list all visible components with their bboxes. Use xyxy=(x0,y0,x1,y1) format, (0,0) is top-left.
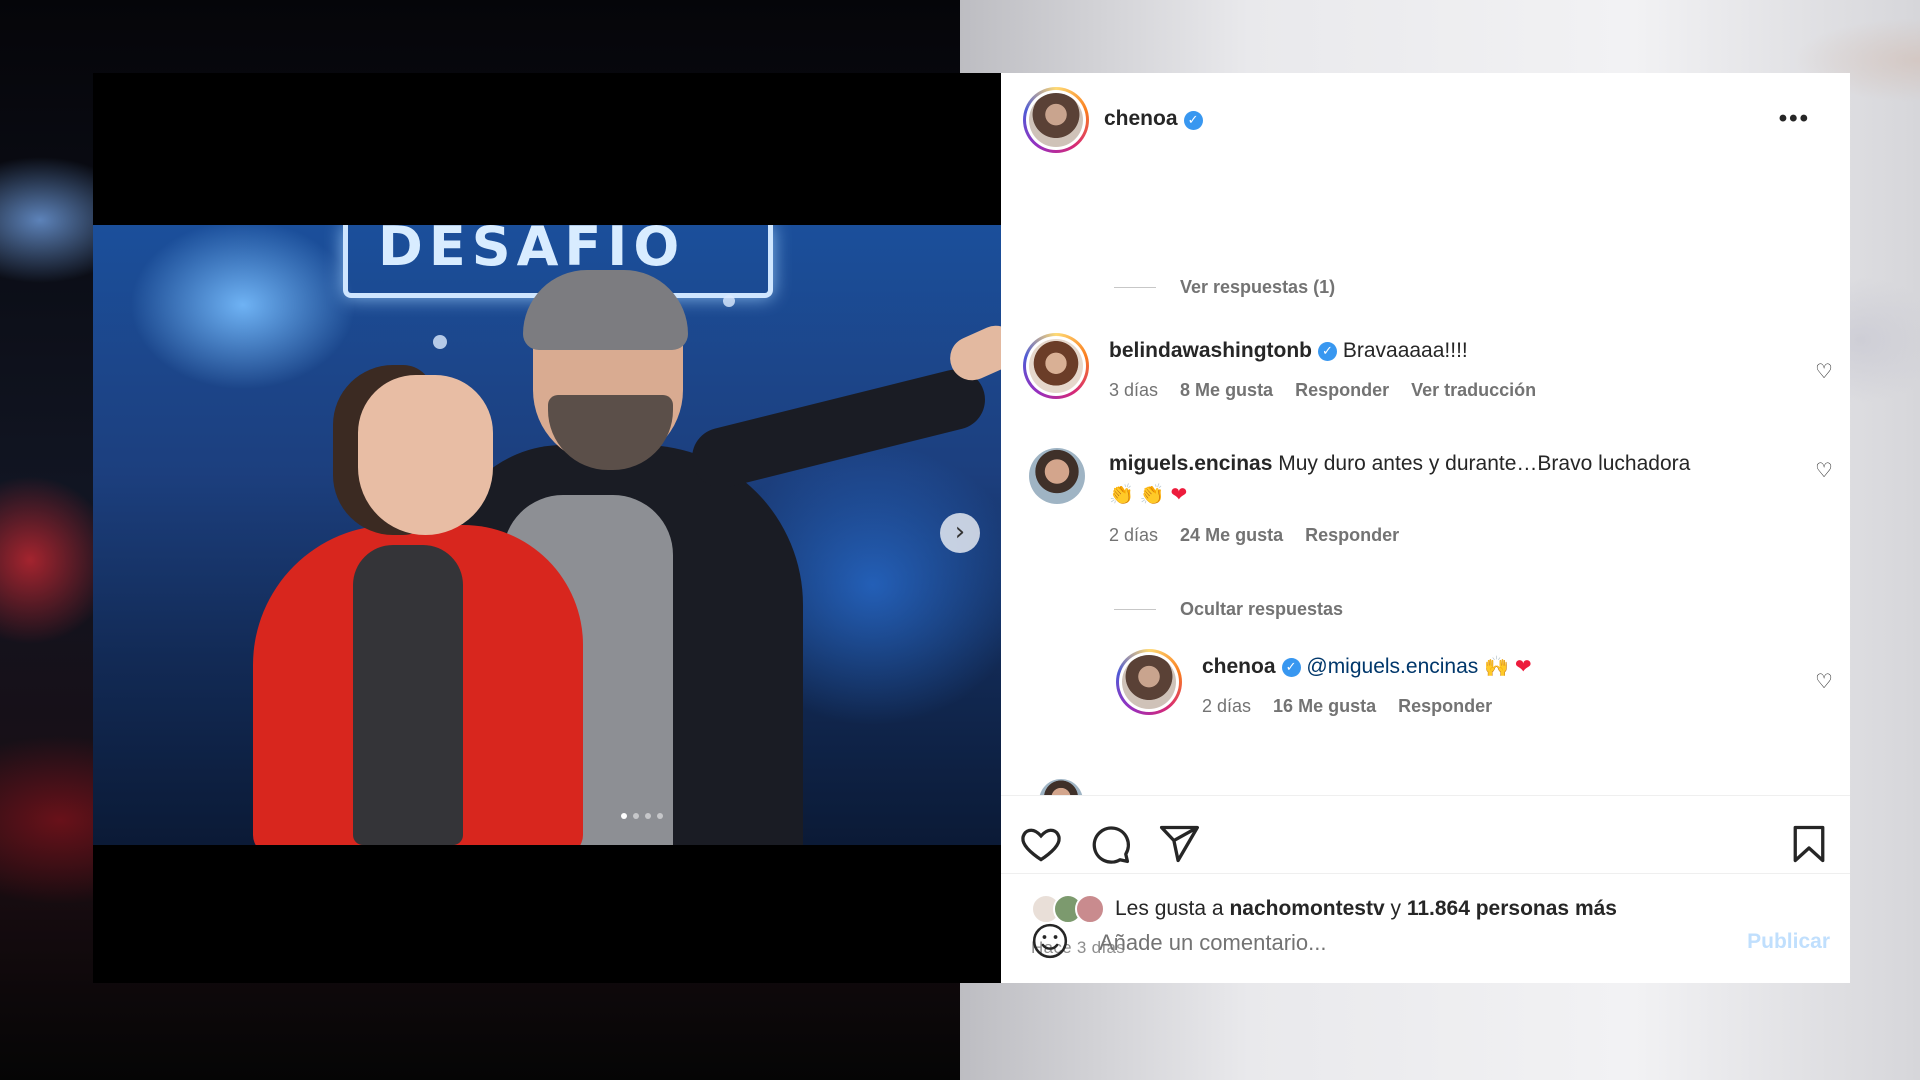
post-author-username[interactable]: chenoa xyxy=(1104,107,1178,130)
verified-badge-icon: ✓ xyxy=(1281,657,1301,677)
comment-like-heart-icon[interactable]: ♡ xyxy=(1815,361,1835,381)
avatar[interactable] xyxy=(1023,87,1089,153)
comment-likes[interactable]: 8 Me gusta xyxy=(1180,380,1273,401)
reply-button[interactable]: Responder xyxy=(1398,696,1492,717)
comment-text: Bravaaaaa!!!! xyxy=(1342,339,1468,362)
publish-button[interactable]: Publicar xyxy=(1747,930,1830,954)
comment-emoji: 👏 xyxy=(1139,482,1165,506)
comment-username[interactable]: miguels.encinas xyxy=(1109,452,1272,475)
comment-likes[interactable]: 16 Me gusta xyxy=(1273,696,1376,717)
comments-list: Ver respuestas (1) belindawashingtonb ✓ B… xyxy=(1001,165,1850,795)
bookmark-icon[interactable] xyxy=(1787,822,1831,866)
hide-replies-label: Ocultar respuestas xyxy=(1180,599,1344,619)
comment-username[interactable]: chenoa xyxy=(1202,655,1276,678)
avatar[interactable] xyxy=(1023,333,1089,399)
comment-meta: 3 días 8 Me gusta Responder Ver traducci… xyxy=(1109,380,1536,401)
post-photo[interactable]: DESAFÍO xyxy=(93,225,1001,845)
post-media: DESAFÍO › xyxy=(93,73,1001,983)
comment-emoji: 🙌 xyxy=(1484,654,1510,678)
comment-username[interactable]: belindawashingtonb xyxy=(1109,339,1312,362)
woman-inner-top xyxy=(353,545,463,845)
avatar[interactable] xyxy=(1039,779,1083,795)
replies-line xyxy=(1114,609,1156,610)
comment-meta: 2 días 24 Me gusta Responder xyxy=(1109,525,1399,546)
carousel-dots xyxy=(621,813,663,819)
comment-bubble-icon[interactable] xyxy=(1088,822,1132,866)
avatar[interactable] xyxy=(1116,649,1182,715)
comment-input[interactable] xyxy=(1097,924,1701,962)
post-sidebar: chenoa ✓ ••• Ver respuestas (1) belindawa… xyxy=(1001,73,1850,983)
carousel-dot xyxy=(621,813,627,819)
comment-emoji: 👏 xyxy=(1109,482,1134,506)
translate-button[interactable]: Ver traducción xyxy=(1411,380,1536,401)
light-bokeh xyxy=(433,335,447,349)
reply-button[interactable]: Responder xyxy=(1305,525,1399,546)
comment-emoji: ❤ xyxy=(1514,654,1532,678)
man-arm xyxy=(685,363,992,495)
carousel-dot xyxy=(645,813,651,819)
carousel-dot xyxy=(633,813,639,819)
view-replies-toggle[interactable]: Ver respuestas (1) xyxy=(1114,277,1335,298)
comment-time[interactable]: 2 días xyxy=(1202,696,1251,717)
comment-meta: 2 días 16 Me gusta Responder xyxy=(1202,696,1492,717)
heart-icon[interactable] xyxy=(1019,822,1063,866)
comment-time[interactable]: 2 días xyxy=(1109,525,1158,546)
ellipsis-icon[interactable]: ••• xyxy=(1779,105,1810,133)
paper-plane-icon[interactable] xyxy=(1157,822,1201,866)
view-replies-label: Ver respuestas (1) xyxy=(1180,277,1336,297)
post-header: chenoa ✓ ••• xyxy=(1001,73,1850,165)
instagram-post: DESAFÍO › chenoa ✓ ••• Ver respuestas (1… xyxy=(93,73,1850,983)
mention-link[interactable]: @miguels.encinas xyxy=(1306,655,1478,678)
avatar[interactable] xyxy=(1029,448,1085,504)
stage-sign-text: DESAFÍO xyxy=(378,225,686,278)
hide-replies-toggle[interactable]: Ocultar respuestas xyxy=(1114,599,1343,620)
comment-like-heart-icon[interactable]: ♡ xyxy=(1815,460,1835,480)
comment-text: Muy duro antes y durante…Bravo luchadora xyxy=(1278,452,1691,475)
comment-time[interactable]: 3 días xyxy=(1109,380,1158,401)
comment-like-heart-icon[interactable]: ♡ xyxy=(1815,671,1835,691)
smiley-icon[interactable] xyxy=(1031,922,1069,960)
verified-badge-icon: ✓ xyxy=(1318,341,1337,361)
reply-button[interactable]: Responder xyxy=(1295,380,1389,401)
light-bokeh xyxy=(723,295,735,307)
chevron-right-icon[interactable]: › xyxy=(940,513,980,553)
woman-head xyxy=(358,375,493,535)
comment-likes[interactable]: 24 Me gusta xyxy=(1180,525,1283,546)
carousel-dot xyxy=(657,813,663,819)
verified-badge-icon: ✓ xyxy=(1183,111,1203,131)
replies-line xyxy=(1114,287,1156,288)
comment-emoji: ❤ xyxy=(1170,482,1188,506)
add-comment-bar: Publicar xyxy=(1001,873,1850,984)
